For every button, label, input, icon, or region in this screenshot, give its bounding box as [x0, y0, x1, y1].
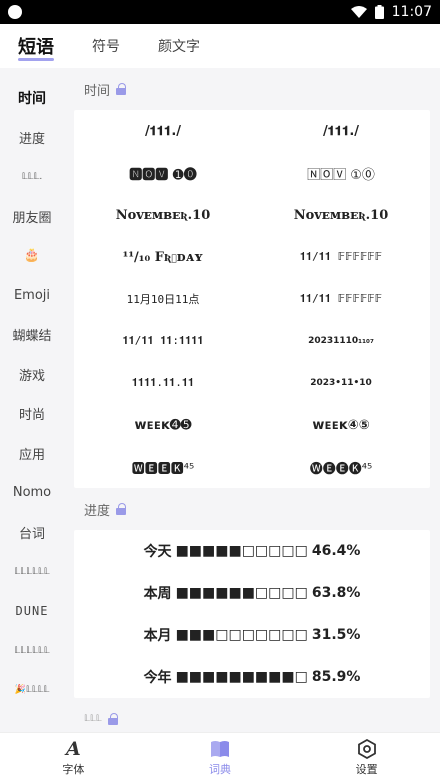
sidebar-item-fancy-3[interactable]: 𝕃𝕃𝕃𝕃𝕃𝕃	[0, 631, 64, 671]
time-card: /𝟏𝟏𝟏./ /𝟏𝟏𝟏./ 🅽🅾🆅 ➊⓿ 🄽🄾🅅 ①⓪ Nᴏᴠᴇᴍʙᴇʀ.𝟏0 …	[74, 110, 430, 488]
section-title: 进度	[84, 503, 111, 519]
progress-label: 今年	[143, 670, 172, 686]
progress-label: 本周	[143, 586, 172, 602]
phrase-item[interactable]: 11月10日11点	[74, 278, 252, 320]
category-sidebar: 时间 进度 𝕃𝕃𝕃. 朋友圈 🎂 Emoji 蝴蝶结 游戏 时尚 应用 Nomo…	[0, 68, 64, 732]
sidebar-item-time[interactable]: 时间	[0, 78, 64, 118]
nav-label: 设置	[355, 763, 378, 776]
status-bar: 11:07	[0, 0, 440, 24]
phrase-item[interactable]: ᴡᴇᴇᴋ④⑤	[252, 404, 430, 446]
phrase-item[interactable]: 🅦🅔🅔🅚⁴⁵	[252, 446, 430, 488]
phrase-item[interactable]: 🆆🅴🅴🅺⁴⁵	[74, 446, 252, 488]
sidebar-item-games[interactable]: 游戏	[0, 355, 64, 395]
nav-settings[interactable]: 设置	[293, 733, 440, 783]
nav-fonts[interactable]: A 字体	[0, 733, 147, 783]
phrase-item[interactable]: /𝟏𝟏𝟏./	[252, 110, 430, 152]
nav-dictionary[interactable]: 词典	[147, 733, 294, 783]
book-icon	[210, 739, 230, 759]
sidebar-item-fashion[interactable]: 时尚	[0, 394, 64, 434]
phrase-item[interactable]: Nᴏᴠᴇᴍʙᴇʀ.10	[252, 194, 430, 236]
progress-item-month[interactable]: 本月 ■■■□□□□□□□ 31.5%	[74, 614, 430, 656]
app-root: 11:07 短语 符号 颜文字 时间 进度 𝕃𝕃𝕃. 朋友圈 🎂 Emoji 蝴…	[0, 0, 440, 783]
progress-value: 31.5%	[311, 627, 361, 643]
phrase-item[interactable]: Nᴏᴠᴇᴍʙᴇʀ.𝟏0	[74, 194, 252, 236]
tab-kaomoji[interactable]: 颜文字	[158, 36, 200, 56]
phrase-item[interactable]: 𝟏𝟏/𝟏𝟏 𝟏𝟏:𝟏𝟏𝟏𝟏	[74, 320, 252, 362]
progress-card: 今天 ■■■■■□□□□□ 46.4% 本周 ■■■■■■□□□□ 63.8% …	[74, 530, 430, 698]
notification-dot-icon	[8, 5, 22, 19]
status-right: 11:07	[350, 4, 432, 20]
phrase-item[interactable]: 𝟏𝟏𝟏𝟏.𝟏𝟏.𝟏𝟏	[74, 362, 252, 404]
lock-icon	[116, 503, 127, 515]
lock-icon	[107, 713, 118, 725]
top-tab-bar: 短语 符号 颜文字	[0, 24, 440, 68]
progress-item-today[interactable]: 今天 ■■■■■□□□□□ 46.4%	[74, 530, 430, 572]
progress-value: 46.4%	[311, 543, 361, 559]
progress-value: 85.9%	[311, 669, 361, 685]
sidebar-item-dune[interactable]: DUNE	[0, 592, 64, 632]
font-a-icon: A	[65, 738, 81, 760]
phrase-item[interactable]: 🄽🄾🅅 ①⓪	[252, 152, 430, 194]
bottom-nav: A 字体 词典 设置	[0, 732, 440, 783]
section-header-next: 𝕃𝕃𝕃	[64, 698, 440, 732]
phrase-item[interactable]: 𝟏𝟏/𝟏𝟏 𝔽𝔽𝔽𝔽𝔽𝔽	[252, 278, 430, 320]
settings-icon	[357, 739, 377, 759]
nav-label: 词典	[209, 763, 231, 776]
nav-label: 字体	[62, 763, 85, 776]
progress-value: 63.8%	[311, 585, 361, 601]
progress-label: 本月	[143, 628, 172, 644]
progress-bar: ■■■■■□□□□□	[175, 543, 308, 559]
phrase-list: 时间 /𝟏𝟏𝟏./ /𝟏𝟏𝟏./ 🅽🅾🆅 ➊⓿ 🄽🄾🅅 ①⓪ Nᴏᴠᴇᴍʙᴇʀ.…	[64, 68, 440, 732]
phrase-item[interactable]: 2023•11•10	[252, 362, 430, 404]
progress-bar: ■■■■■■■■■□	[175, 669, 308, 685]
progress-label: 今天	[143, 544, 172, 560]
status-time: 11:07	[391, 4, 432, 20]
sidebar-item-fancy-2[interactable]: 𝕃𝕃𝕃𝕃𝕃𝕃	[0, 552, 64, 592]
progress-item-week[interactable]: 本周 ■■■■■■□□□□ 63.8%	[74, 572, 430, 614]
section-title: 𝕃𝕃𝕃	[84, 714, 102, 724]
battery-icon	[374, 5, 384, 19]
tab-symbols[interactable]: 符号	[92, 36, 120, 56]
phrase-item[interactable]: 𝟏𝟏/𝟏𝟏 𝔽𝔽𝔽𝔽𝔽𝔽	[252, 236, 430, 278]
progress-bar: ■■■■■■□□□□	[175, 585, 308, 601]
tab-phrases[interactable]: 短语	[18, 33, 54, 61]
sidebar-item-emoji[interactable]: Emoji	[0, 276, 64, 316]
sidebar-item-bow[interactable]: 蝴蝶结	[0, 315, 64, 355]
sidebar-item-nomo[interactable]: Nomo	[0, 473, 64, 513]
sidebar-item-progress[interactable]: 进度	[0, 118, 64, 158]
wifi-icon	[350, 6, 367, 18]
phrase-item[interactable]: /𝟏𝟏𝟏./	[74, 110, 252, 152]
progress-item-year[interactable]: 今年 ■■■■■■■■■□ 85.9%	[74, 656, 430, 698]
sidebar-item-cake[interactable]: 🎂	[0, 236, 64, 276]
lock-icon	[116, 83, 127, 95]
sidebar-item-moments[interactable]: 朋友圈	[0, 197, 64, 237]
phrase-item[interactable]: 🅽🅾🆅 ➊⓿	[74, 152, 252, 194]
phrase-item[interactable]: 20231110₁₁₀₇	[252, 320, 430, 362]
phrase-item[interactable]: ¹¹/₁₀ Fʀɪᴅᴀʏ	[74, 236, 252, 278]
section-header-time: 时间	[64, 68, 440, 110]
progress-bar: ■■■□□□□□□□	[175, 627, 308, 643]
sidebar-item-fancy-1[interactable]: 𝕃𝕃𝕃.	[0, 157, 64, 197]
section-header-progress: 进度	[64, 488, 440, 530]
sidebar-item-lines[interactable]: 台词	[0, 513, 64, 553]
phrase-item[interactable]: ᴡᴇᴇᴋ➍➎	[74, 404, 252, 446]
section-title: 时间	[84, 83, 111, 99]
sidebar-item-apps[interactable]: 应用	[0, 434, 64, 474]
sidebar-item-party[interactable]: 🎉𝕃𝕃𝕃𝕃	[0, 671, 64, 711]
